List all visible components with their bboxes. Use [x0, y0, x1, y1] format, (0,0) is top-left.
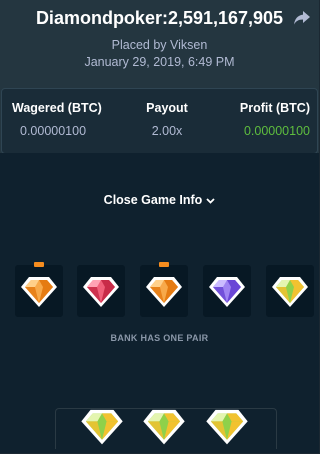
- player-gem-red: [77, 265, 125, 317]
- close-game-info-button[interactable]: Close Game Info: [0, 193, 319, 207]
- bank-gem-green: [79, 403, 127, 453]
- bet-title: Diamondpoker:2,591,167,905: [35, 8, 284, 28]
- placed-by: Placed by Viksen: [111, 38, 208, 52]
- game-area: Close Game Info BANK HAS ONE PAIR: [0, 153, 319, 453]
- chevron-down-icon: [206, 198, 215, 204]
- profit-value: 0.00000100: [243, 124, 310, 138]
- stat-profit: Profit (BTC) 0.00000100: [200, 89, 310, 153]
- outcome-text: BANK HAS ONE PAIR: [110, 333, 209, 343]
- player-gem-orange: [140, 262, 188, 317]
- profit-label: Profit (BTC): [239, 101, 310, 115]
- stats-box: Wagered (BTC) 0.00000100 Payout 2.00x Pr…: [1, 88, 318, 154]
- player-gem-green: [266, 265, 314, 317]
- stat-wagered: Wagered (BTC) 0.00000100: [12, 89, 112, 153]
- pair-marker: [159, 262, 169, 267]
- wagered-label: Wagered (BTC): [12, 101, 102, 115]
- red-gem-icon: [83, 277, 119, 307]
- bank-gem-green: [141, 403, 189, 453]
- green-gem-icon: [206, 409, 248, 445]
- green-gem-icon: [272, 277, 308, 307]
- share-icon[interactable]: [293, 10, 311, 26]
- bet-details-header: Diamondpoker:2,591,167,905 Placed by Vik…: [0, 0, 319, 154]
- player-gem-purple: [203, 265, 251, 317]
- bet-date: January 29, 2019, 6:49 PM: [84, 55, 235, 69]
- wagered-value: 0.00000100: [20, 124, 87, 138]
- orange-gem-icon: [146, 277, 182, 307]
- bank-gem-green: [204, 403, 252, 453]
- green-gem-icon: [143, 409, 185, 445]
- green-gem-icon: [81, 409, 123, 445]
- player-gem-orange: [15, 262, 63, 317]
- purple-gem-icon: [209, 277, 245, 307]
- title-row: Diamondpoker:2,591,167,905: [0, 6, 319, 30]
- orange-gem-icon: [21, 277, 57, 307]
- close-game-info-label: Close Game Info: [103, 193, 203, 207]
- pair-marker: [34, 262, 44, 267]
